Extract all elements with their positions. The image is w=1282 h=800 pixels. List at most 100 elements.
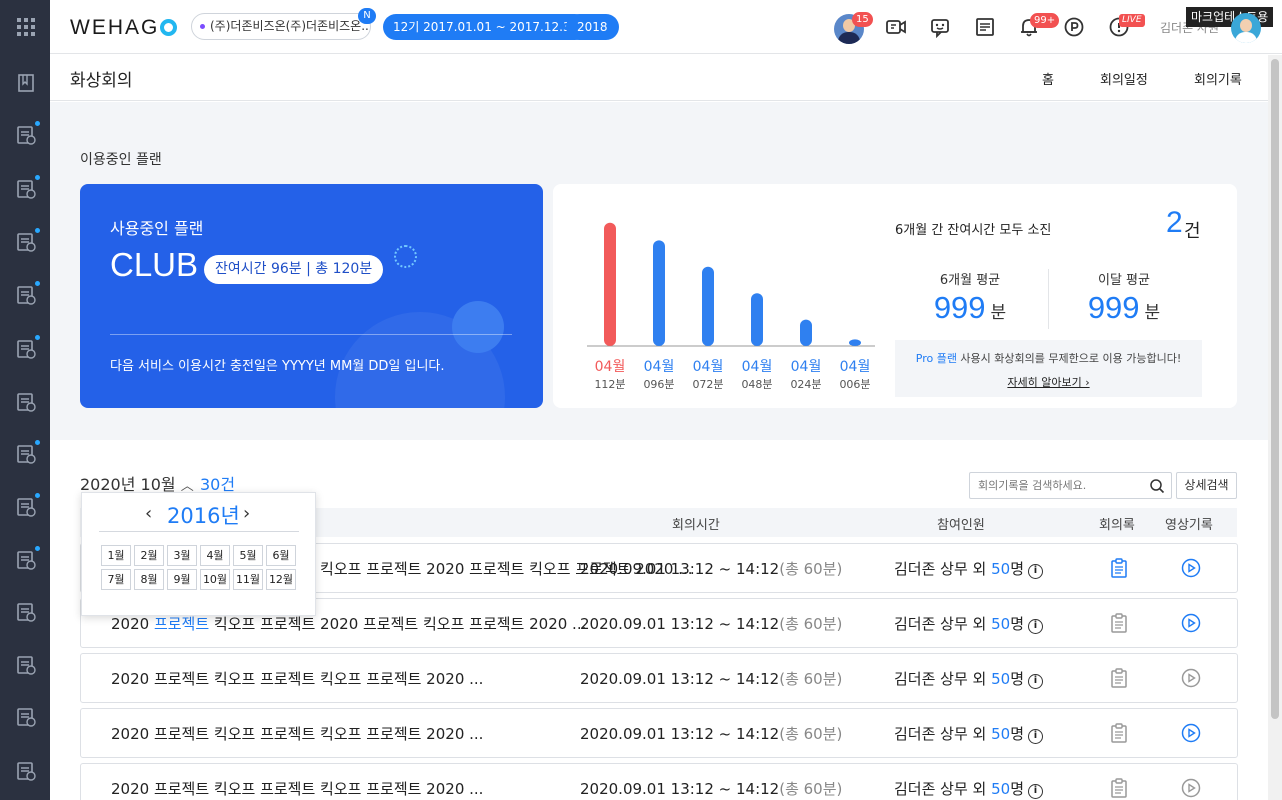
learn-more-link[interactable]: 자세히 알아보기 › [895, 374, 1202, 390]
play-video-icon[interactable] [1181, 613, 1201, 633]
search-placeholder: 회의기록을 검색하세요. [978, 479, 1087, 492]
page-header: 화상회의 홈 회의일정 회의기록 [50, 55, 1268, 101]
meeting-title[interactable]: 2020 프로젝트 킥오프 프로젝트 킥오프 프로젝트 2020 ... [111, 723, 483, 744]
chart-value-label: 006분 [839, 378, 870, 391]
meeting-time: 2020.09.01 13:12 ~ 14:12(총 60분) [580, 615, 843, 633]
chart-category-label: 04월 [791, 359, 822, 375]
chart-value-label: 112분 [594, 378, 625, 391]
info-icon[interactable]: i [1028, 729, 1044, 744]
info-icon[interactable]: i [1028, 564, 1044, 579]
plan-name: CLUB [110, 246, 199, 283]
section-label: 이용중인 플랜 [80, 152, 162, 168]
document-w-icon[interactable] [15, 175, 40, 200]
chat-bot-icon[interactable] [929, 16, 951, 39]
next-year-button[interactable]: › [243, 503, 250, 524]
cloud-doc-icon[interactable] [15, 228, 40, 253]
play-video-icon[interactable] [1181, 558, 1201, 578]
scrollbar-thumb[interactable] [1271, 59, 1279, 719]
six-month-average: 6개월 평균 999 분 [895, 269, 1045, 326]
chart-category-label: 04월 [742, 359, 773, 375]
month-average-label: 이달 평균 [1098, 273, 1150, 288]
building-lock-icon[interactable] [15, 493, 40, 518]
chart-category-label: 04월 [840, 359, 871, 375]
exhausted-count: 2 [1166, 206, 1183, 239]
prev-year-button[interactable]: ‹ [145, 503, 152, 524]
month-button[interactable]: 3월 [167, 545, 197, 566]
meeting-row[interactable]: 2020 프로젝트 킥오프 프로젝트 킥오프 프로젝트 2020 ... 2020… [80, 653, 1238, 703]
minutes-icon[interactable] [1110, 778, 1128, 798]
pro-plan-promo: Pro 플랜 사용시 화상회의를 무제한으로 이용 가능합니다! 자세히 알아보… [895, 340, 1202, 397]
chart-value-label: 072분 [692, 378, 723, 391]
plan-caption: 사용중인 플랜 [110, 219, 204, 238]
minute-unit: 분 [990, 303, 1007, 322]
month-button[interactable]: 11월 [233, 569, 263, 590]
minutes-icon[interactable] [1110, 613, 1128, 633]
search-input[interactable]: 회의기록을 검색하세요. [969, 472, 1172, 499]
month-picker: ‹ 2016년 › 1월 2월 3월 4월 5월 6월 7월 8월 9월 10월 11월 12월 [81, 492, 316, 616]
nav-records[interactable]: 회의기록 [1194, 69, 1242, 88]
user-avatar[interactable] [1231, 13, 1261, 43]
video-call-icon[interactable] [885, 16, 907, 38]
edit-doc-icon[interactable] [15, 760, 37, 782]
play-video-icon[interactable] [1181, 723, 1201, 743]
picker-year: 2016년 [167, 504, 240, 528]
live-badge: LIVE [1119, 14, 1145, 27]
play-video-icon[interactable] [1181, 668, 1201, 688]
note-icon[interactable] [974, 16, 996, 38]
search-icon[interactable] [1149, 478, 1165, 494]
month-button[interactable]: 5월 [233, 545, 263, 566]
meeting-participants: 김더존 상무 외 50명 i [894, 613, 1044, 634]
play-video-icon[interactable] [1181, 778, 1201, 798]
loading-spinner-icon [394, 245, 417, 268]
company-selector[interactable]: (주)더존비즈온(주)더존비즈온... [191, 13, 371, 40]
cloud-folder-icon[interactable] [15, 281, 40, 306]
minutes-icon[interactable] [1110, 668, 1128, 688]
plan-card: 사용중인 플랜 CLUB 잔여시간 96분 | 총 120분 다음 서비스 이용… [80, 184, 543, 408]
month-button[interactable]: 10월 [200, 569, 230, 590]
info-icon[interactable]: i [1028, 619, 1044, 634]
minutes-icon[interactable] [1110, 558, 1128, 578]
meeting-time: 2020.09.01 13:12 ~ 14:12(총 60분) [580, 560, 843, 578]
meeting-title[interactable]: 2020 프로젝트 킥오프 프로젝트 킥오프 프로젝트 2020 ... [111, 778, 483, 799]
meeting-title[interactable]: 2020 프로젝트 킥오프 프로젝트 킥오프 프로젝트 2020 ... [111, 668, 483, 689]
month-button[interactable]: 9월 [167, 569, 197, 590]
detail-search-button[interactable]: 상세검색 [1176, 472, 1237, 499]
meeting-participants: 김더존 상무 외 50명 i [894, 723, 1044, 744]
year-button[interactable]: 2018 [566, 14, 619, 40]
wehago-logo[interactable]: WEHAG [70, 16, 178, 40]
chart-bar [751, 293, 763, 346]
meeting-row[interactable]: 2020 프로젝트 킥오프 프로젝트 킥오프 프로젝트 2020 ... 2020… [80, 708, 1238, 758]
meeting-title[interactable]: 2020 프로젝트 킥오프 프로젝트 2020 프로젝트 킥오프 프로젝트 20… [111, 613, 586, 634]
month-button[interactable]: 4월 [200, 545, 230, 566]
chart-board-icon[interactable] [15, 706, 37, 728]
info-icon[interactable]: i [1028, 674, 1044, 689]
meeting-row[interactable]: 2020 프로젝트 킥오프 프로젝트 킥오프 프로젝트 2020 ... 2020… [80, 763, 1238, 800]
chart-bar [800, 319, 812, 346]
apps-icon[interactable] [15, 16, 37, 38]
document-a-icon[interactable] [15, 121, 40, 146]
exhausted-unit: 건 [1184, 221, 1201, 242]
month-button[interactable]: 2월 [134, 545, 164, 566]
month-button[interactable]: 8월 [134, 569, 164, 590]
vertical-scrollbar[interactable] [1268, 55, 1282, 800]
point-icon[interactable] [1063, 16, 1085, 38]
info-icon[interactable]: i [1028, 784, 1044, 799]
month-average: 이달 평균 999 분 [1049, 269, 1199, 326]
month-button[interactable]: 1월 [101, 545, 131, 566]
nav-schedule[interactable]: 회의일정 [1100, 69, 1148, 88]
user-search-icon[interactable] [15, 391, 37, 413]
nav-home[interactable]: 홈 [1042, 69, 1054, 88]
pro-plan-highlight: Pro 플랜 [915, 352, 957, 365]
minutes-icon[interactable] [1110, 723, 1128, 743]
fiscal-period-button[interactable]: 12기 2017.01.01 ~ 2017.12.31 [383, 14, 589, 40]
user-gear-icon[interactable] [15, 335, 40, 360]
chart-category-label: 04월 [595, 359, 626, 375]
book-icon[interactable] [15, 72, 37, 94]
monitor-chart-icon[interactable] [15, 440, 40, 465]
month-button[interactable]: 12월 [266, 569, 296, 590]
month-button[interactable]: 6월 [266, 545, 296, 566]
month-button[interactable]: 7월 [101, 569, 131, 590]
gift-icon[interactable] [15, 654, 37, 676]
doc-search-icon[interactable] [15, 546, 40, 571]
clipboard-icon[interactable] [15, 601, 37, 623]
